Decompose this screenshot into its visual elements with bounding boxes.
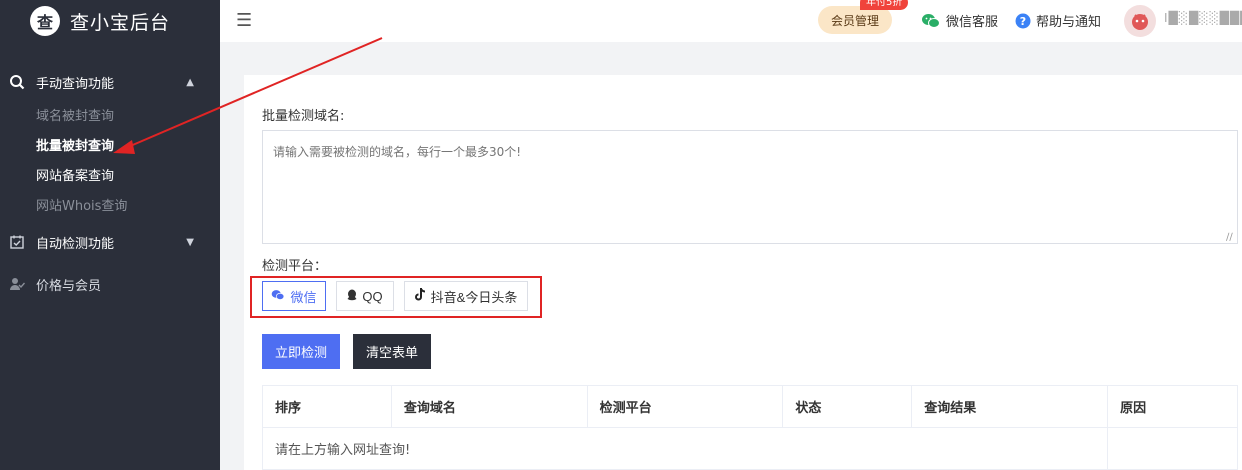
username[interactable]: I█░█░░███░	[1164, 11, 1242, 25]
user-check-icon	[8, 275, 26, 293]
empty-table-message: 请在上方输入网址查询!	[261, 427, 1109, 470]
platform-tiktok-button[interactable]: 抖音&今日头条	[404, 281, 528, 311]
table-header-row: 排序 查询域名 检测平台 状态 查询结果 原因	[262, 385, 1238, 428]
sidebar-item-whois[interactable]: 网站Whois查询	[36, 192, 220, 222]
sidebar: 查 查小宝后台 手动查询功能 ▲ 域名被封查询 批量被封查询 网站备案查询 网站…	[0, 0, 220, 470]
table-row: 请在上方输入网址查询!	[261, 427, 1238, 470]
column-header: 状态	[782, 385, 913, 428]
wechat-icon	[922, 13, 940, 28]
resize-handle-icon[interactable]: ∕∕	[1226, 232, 1233, 243]
platform-label-text: QQ	[362, 288, 383, 304]
column-header: 原因	[1107, 385, 1238, 428]
menu-group-manual-query[interactable]: 手动查询功能 ▲	[0, 62, 220, 102]
clear-form-button[interactable]: 清空表单	[353, 334, 431, 369]
platform-wechat-button[interactable]: 微信	[262, 281, 326, 311]
domains-textarea[interactable]	[262, 130, 1238, 244]
qq-icon	[347, 289, 357, 304]
search-icon	[8, 73, 26, 91]
help-notice-label: 帮助与通知	[1036, 15, 1102, 30]
column-header: 排序	[262, 385, 392, 428]
brand-logo: 查	[30, 6, 60, 36]
results-table: 排序 查询域名 检测平台 状态 查询结果 原因 请在上方输入网址查询!	[261, 385, 1238, 470]
column-header: 查询域名	[390, 385, 588, 428]
chevron-up-icon: ▲	[186, 76, 194, 88]
platform-label-text: 微信	[290, 289, 317, 305]
vip-management-button[interactable]: 会员管理	[818, 6, 892, 34]
sidebar-item-icp-record[interactable]: 网站备案查询	[36, 162, 220, 192]
wechat-icon	[271, 289, 285, 304]
platform-label: 检测平台：	[262, 259, 328, 274]
column-header: 检测平台	[586, 385, 784, 428]
column-header: 查询结果	[911, 385, 1109, 428]
main-content: 批量检测域名: ∕∕ 检测平台： 微信 QQ 抖音&今日头条 立即检测 清空表单…	[244, 75, 1242, 470]
vip-discount-badge: 年付5折	[860, 0, 909, 10]
wechat-service-label: 微信客服	[946, 15, 999, 30]
menu-group-label: 价格与会员	[36, 278, 102, 294]
calendar-check-icon	[8, 233, 26, 251]
menu-group-auto-detect[interactable]: 自动检测功能 ▼	[0, 222, 220, 262]
submit-check-button[interactable]: 立即检测	[262, 334, 340, 369]
platform-label-text: 抖音&今日头条	[430, 289, 518, 305]
menu-toggle-icon[interactable]: ☰	[236, 10, 252, 31]
tiktok-icon	[414, 288, 426, 304]
brand[interactable]: 查 查小宝后台	[0, 0, 220, 42]
help-icon: ?	[1015, 13, 1031, 28]
top-header: ☰ 会员管理 年付5折 微信客服 ? 帮助与通知 I█░█░░███░	[220, 0, 1242, 42]
domains-label: 批量检测域名:	[262, 109, 345, 124]
submenu-manual-query: 域名被封查询 批量被封查询 网站备案查询 网站Whois查询	[0, 102, 220, 222]
avatar[interactable]	[1124, 5, 1156, 37]
avatar-image-icon	[1132, 14, 1148, 30]
svg-text:?: ?	[1020, 15, 1026, 28]
chevron-down-icon: ▼	[186, 236, 194, 248]
menu-group-label: 自动检测功能	[36, 236, 115, 252]
sidebar-item-batch-blocked[interactable]: 批量被封查询	[36, 132, 220, 162]
help-notice-link[interactable]: ? 帮助与通知	[1015, 11, 1101, 30]
menu-group-pricing[interactable]: 价格与会员	[0, 262, 220, 306]
wechat-service-link[interactable]: 微信客服	[921, 11, 998, 30]
brand-name: 查小宝后台	[70, 11, 171, 34]
platform-qq-button[interactable]: QQ	[336, 281, 394, 311]
table-cell	[1107, 427, 1238, 470]
menu-group-label: 手动查询功能	[36, 76, 115, 92]
sidebar-item-domain-blocked[interactable]: 域名被封查询	[36, 102, 220, 132]
